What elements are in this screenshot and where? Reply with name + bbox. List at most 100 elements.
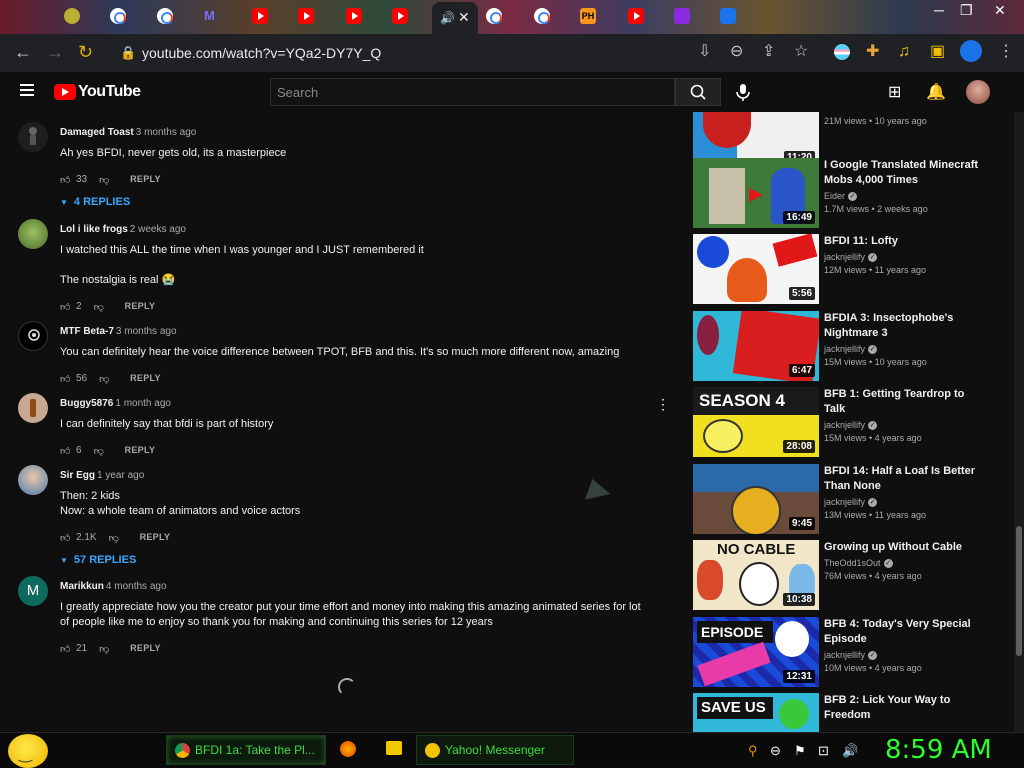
comment-author[interactable]: Marikkun — [60, 581, 104, 592]
create-video-icon[interactable]: ⊞ — [888, 82, 901, 102]
replies-toggle[interactable]: ▼ 4 REPLIES — [60, 196, 650, 208]
like-icon[interactable]: 👍︎ — [60, 301, 71, 313]
video-title[interactable]: BFB 2: Lick Your Way to Freedom — [824, 693, 984, 723]
reply-button[interactable]: REPLY — [130, 643, 161, 653]
install-icon[interactable]: ⇩ — [698, 44, 711, 60]
address-bar[interactable]: 🔒 youtube.com/watch?v=YQa2-DY7Y_Q — [110, 38, 820, 68]
tab-google-icon[interactable] — [534, 8, 550, 24]
reply-button[interactable]: REPLY — [125, 301, 156, 311]
comment-author[interactable]: Damaged Toast — [60, 127, 134, 138]
minimize-icon[interactable]: ─ — [934, 2, 944, 18]
comment-time[interactable]: 4 months ago — [106, 581, 167, 592]
url-text[interactable]: youtube.com/watch?v=YQa2-DY7Y_Q — [142, 45, 381, 61]
search-button[interactable] — [675, 78, 721, 106]
video-card[interactable]: 16:49 I Google Translated Minecraft Mobs… — [693, 158, 993, 228]
reply-button[interactable]: REPLY — [130, 373, 161, 383]
start-button-icon[interactable] — [8, 734, 48, 768]
comment-author[interactable]: Sir Egg — [60, 470, 95, 481]
comment-time[interactable]: 3 months ago — [116, 326, 177, 337]
comment-author[interactable]: Buggy5876 — [60, 398, 113, 409]
tab-youtube-icon[interactable] — [392, 8, 408, 24]
taskbar-item-messenger[interactable]: Yahoo! Messenger — [416, 735, 574, 765]
tab-google-icon[interactable] — [486, 8, 502, 24]
comment-time[interactable]: 1 year ago — [97, 470, 144, 481]
dislike-icon[interactable]: 👎︎ — [99, 373, 110, 385]
dislike-icon[interactable]: 👎︎ — [94, 445, 105, 457]
page-scrollbar[interactable] — [1014, 112, 1024, 732]
firefox-icon[interactable] — [340, 741, 356, 757]
video-thumbnail[interactable]: 6:47 — [693, 311, 819, 381]
video-card[interactable]: 6:47 BFDIA 3: Insectophobe's Nightmare 3… — [693, 311, 993, 381]
scrollbar-thumb[interactable] — [1016, 526, 1022, 656]
video-card[interactable]: 5:56 BFDI 11: Lofty jacknjellify ✓ 12M vi… — [693, 234, 993, 304]
comment-author[interactable]: MTF Beta-7 — [60, 326, 114, 337]
video-title[interactable]: BFB 4: Today's Very Special Episode — [824, 617, 984, 647]
like-icon[interactable]: 👍︎ — [60, 445, 71, 457]
channel-name[interactable]: jacknjellify — [824, 650, 865, 660]
bookmark-star-icon[interactable]: ☆ — [794, 44, 808, 60]
channel-name[interactable]: Eider — [824, 191, 845, 201]
flag-tray-icon[interactable]: ⚑ — [794, 743, 806, 759]
video-card[interactable]: SAVE US BFB 2: Lick Your Way to Freedom — [693, 693, 993, 732]
video-title[interactable]: BFDIA 3: Insectophobe's Nightmare 3 — [824, 311, 984, 341]
network-tray-icon[interactable]: ⊡ — [818, 743, 829, 759]
maximize-icon[interactable]: ❐ — [960, 2, 973, 19]
video-card[interactable]: SEASON 4 28:08 BFB 1: Getting Teardrop t… — [693, 387, 993, 457]
comment-time[interactable]: 2 weeks ago — [130, 224, 186, 235]
video-thumbnail[interactable]: NO CABLE 10:38 — [693, 540, 819, 610]
video-thumbnail[interactable]: EPISODE 12:31 — [693, 617, 819, 687]
tab-youtube-icon[interactable] — [252, 8, 268, 24]
menu-kebab-icon[interactable]: ⋮ — [998, 44, 1014, 60]
video-thumbnail[interactable]: 16:49 — [693, 158, 819, 228]
tab-favicon-icon[interactable] — [64, 8, 80, 24]
taskbar-item-browser[interactable]: BFDI 1a: Take the Pl... — [166, 735, 326, 765]
channel-name[interactable]: TheOdd1sOut — [824, 558, 881, 568]
tab-youtube-icon[interactable] — [298, 8, 314, 24]
dislike-icon[interactable]: 👎︎ — [109, 532, 120, 544]
sidebar-icon[interactable]: ▣ — [930, 44, 945, 60]
comment-author[interactable]: Lol i like frogs — [60, 224, 128, 235]
like-icon[interactable]: 👍︎ — [60, 373, 71, 385]
avatar[interactable]: M — [18, 576, 48, 606]
media-icon[interactable]: ♫ — [898, 44, 910, 60]
dislike-icon[interactable]: 👎︎ — [94, 301, 105, 313]
video-card[interactable]: EPISODE 12:31 BFB 4: Today's Very Specia… — [693, 617, 993, 687]
lock-icon[interactable]: 🔒 — [120, 45, 136, 61]
tab-youtube-icon[interactable] — [346, 8, 362, 24]
reply-button[interactable]: REPLY — [130, 174, 161, 184]
channel-name[interactable]: jacknjellify — [824, 420, 865, 430]
video-thumbnail[interactable]: 9:45 — [693, 464, 819, 534]
like-icon[interactable]: 👍︎ — [60, 643, 71, 655]
profile-flag-icon[interactable] — [834, 44, 850, 60]
video-thumbnail[interactable]: SAVE US — [693, 693, 819, 732]
user-avatar[interactable] — [966, 80, 990, 104]
video-card[interactable]: 9:45 BFDI 14: Half a Loaf Is Better Than… — [693, 464, 993, 534]
video-title[interactable]: BFB 1: Getting Teardrop to Talk — [824, 387, 984, 417]
tab-google-icon[interactable] — [157, 8, 173, 24]
avatar[interactable] — [18, 393, 48, 423]
channel-name[interactable]: jacknjellify — [824, 344, 865, 354]
back-icon[interactable]: ← — [14, 43, 32, 61]
replies-toggle[interactable]: ▼ 57 REPLIES — [60, 554, 650, 566]
tab-mail-icon[interactable]: M — [204, 8, 220, 24]
microphone-icon[interactable] — [732, 81, 754, 103]
tab-youtube-icon[interactable] — [628, 8, 644, 24]
hamburger-menu-icon[interactable] — [20, 84, 34, 96]
status-tray-icon[interactable]: ⊖ — [770, 743, 781, 759]
reload-icon[interactable]: ↻ — [78, 43, 93, 61]
tab-google-icon[interactable] — [110, 8, 126, 24]
clock[interactable]: 8:59 AM — [885, 735, 992, 765]
volume-tray-icon[interactable]: 🔊 — [842, 743, 858, 759]
avatar[interactable] — [18, 465, 48, 495]
tab-close-icon[interactable]: ✕ — [458, 9, 470, 26]
video-title[interactable]: BFDI 14: Half a Loaf Is Better Than None — [824, 464, 984, 494]
video-thumbnail[interactable]: SEASON 4 28:08 — [693, 387, 819, 457]
avatar[interactable] — [18, 122, 48, 152]
avatar[interactable] — [18, 219, 48, 249]
youtube-wordmark[interactable]: YouTube — [78, 83, 141, 101]
video-card[interactable]: NO CABLE 10:38 Growing up Without Cable … — [693, 540, 993, 610]
search-tray-icon[interactable]: ⚲ — [748, 743, 758, 759]
forward-icon[interactable]: → — [46, 43, 64, 61]
notifications-bell-icon[interactable]: 🔔 — [926, 82, 946, 102]
extensions-icon[interactable]: ✚ — [866, 44, 879, 60]
